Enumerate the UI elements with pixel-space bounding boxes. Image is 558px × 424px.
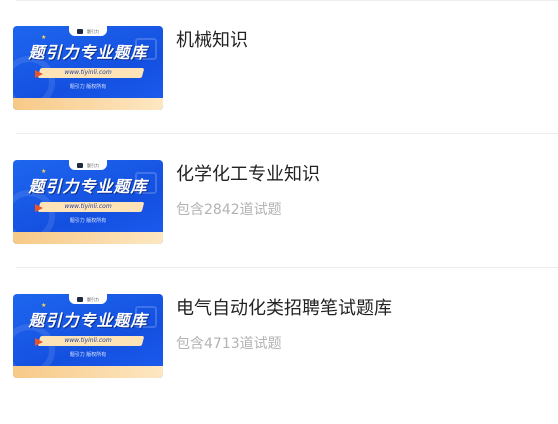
thumbnail-headline: 题引力专业题库 xyxy=(28,177,148,196)
list-item[interactable]: 题引力 ★ 题引力专业题库 www.tiyinli.com 题引力 版权所有 机… xyxy=(0,0,558,134)
thumbnail-footer-band xyxy=(13,98,163,110)
badge-text: 题引力 xyxy=(87,162,99,168)
thumbnail-url: www.tiyinli.com xyxy=(64,69,112,76)
logo-icon xyxy=(77,28,83,34)
question-bank-thumbnail[interactable]: 题引力 ★ 题引力专业题库 www.tiyinli.com 题引力 版权所有 xyxy=(13,160,163,244)
question-bank-thumbnail[interactable]: 题引力 ★ 题引力专业题库 www.tiyinli.com 题引力 版权所有 xyxy=(13,294,163,378)
list-item[interactable]: 题引力 ★ 题引力专业题库 www.tiyinli.com 题引力 版权所有 化… xyxy=(0,134,558,268)
thumbnail-url: www.tiyinli.com xyxy=(64,337,112,344)
thumbnail-copyright: 题引力 版权所有 xyxy=(69,218,107,224)
thumbnail-badge: 题引力 xyxy=(69,160,107,170)
thumbnail-url: www.tiyinli.com xyxy=(64,203,112,210)
item-question-count: 包含2842道试题 xyxy=(176,202,282,218)
thumbnail-footer-band xyxy=(13,366,163,378)
thumbnail-badge: 题引力 xyxy=(69,294,107,304)
badge-text: 题引力 xyxy=(87,28,99,34)
item-question-count: 包含4713道试题 xyxy=(176,336,282,352)
question-bank-thumbnail[interactable]: 题引力 ★ 题引力专业题库 www.tiyinli.com 题引力 版权所有 xyxy=(13,26,163,110)
thumbnail-badge: 题引力 xyxy=(69,26,107,36)
item-title[interactable]: 电气自动化类招聘笔试题库 xyxy=(176,298,392,320)
item-title[interactable]: 化学化工专业知识 xyxy=(176,164,320,186)
thumbnail-headline: 题引力专业题库 xyxy=(28,311,148,330)
thumbnail-footer-band xyxy=(13,232,163,244)
list-item[interactable]: 题引力 ★ 题引力专业题库 www.tiyinli.com 题引力 版权所有 电… xyxy=(0,268,558,402)
badge-text: 题引力 xyxy=(87,296,99,302)
thumbnail-copyright: 题引力 版权所有 xyxy=(69,84,107,90)
item-title[interactable]: 机械知识 xyxy=(176,30,248,52)
thumbnail-headline: 题引力专业题库 xyxy=(28,43,148,62)
logo-icon xyxy=(77,162,83,168)
logo-icon xyxy=(77,296,83,302)
thumbnail-copyright: 题引力 版权所有 xyxy=(69,352,107,358)
